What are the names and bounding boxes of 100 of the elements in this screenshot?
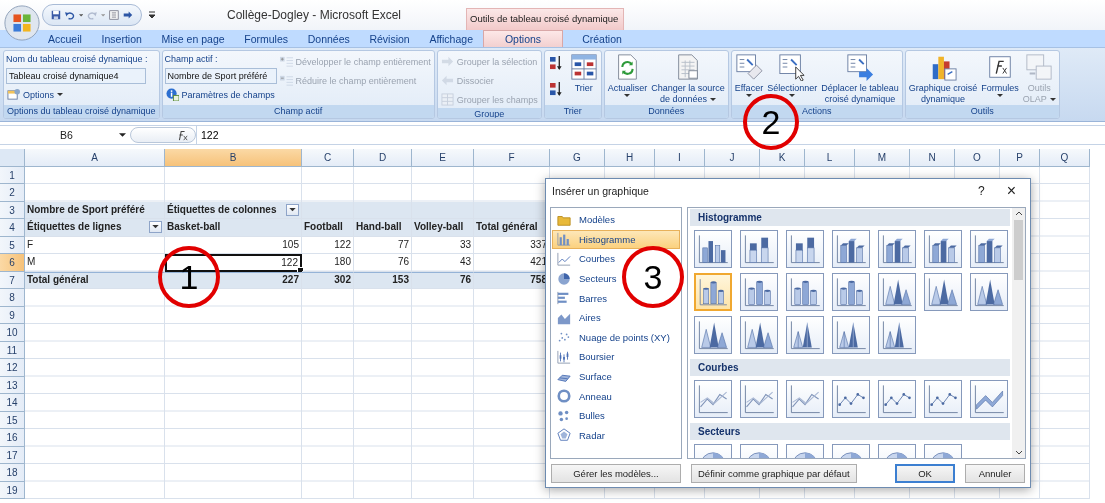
category-item[interactable]: Aires [552,307,606,328]
text-field[interactable]: Nombre de Sport préféré [164,68,277,84]
chart-type-thumbnail[interactable] [694,316,732,354]
row-header[interactable]: 10 [0,324,25,342]
chart-type-thumbnail[interactable] [694,273,732,311]
chart-type-thumbnail[interactable] [786,230,824,268]
chart-type-thumbnail[interactable] [786,273,824,311]
ribbon-button[interactable]: Options [6,86,148,103]
row-header[interactable]: 14 [0,394,25,412]
category-item[interactable]: Radar [552,425,610,446]
column-header[interactable]: I [655,149,705,167]
category-item[interactable]: Boursier [552,347,620,367]
chart-type-thumbnail[interactable] [878,380,916,418]
chart-type-thumbnail[interactable] [970,230,1008,268]
row-header[interactable]: 4 [0,219,25,237]
scrollbar[interactable] [1012,208,1025,458]
category-item[interactable]: Surface [552,366,617,387]
chart-type-thumbnail[interactable] [924,273,962,311]
row-header[interactable]: 6 [0,254,25,272]
category-item[interactable]: Anneau [552,386,617,406]
column-header[interactable]: L [805,149,855,167]
ribbon-tab[interactable]: Données [301,30,356,47]
scroll-down-icon[interactable] [1014,450,1023,455]
chart-type-thumbnail[interactable] [970,273,1008,311]
scroll-up-icon[interactable] [1014,211,1023,216]
help-button[interactable]: ? [969,184,993,198]
ribbon-button[interactable]: Trier [568,53,599,94]
form-icon[interactable] [109,8,120,22]
column-header[interactable]: N [910,149,955,167]
column-header[interactable]: G [550,149,605,167]
chart-type-thumbnail[interactable] [694,380,732,418]
chart-type-thumbnail[interactable] [924,380,962,418]
ribbon-tab[interactable]: Formules [238,30,294,47]
save-icon[interactable] [51,8,61,22]
chart-type-thumbnail[interactable] [970,380,1008,418]
column-header[interactable]: D [354,149,412,167]
name-box[interactable]: B6 [0,126,130,144]
filter-button[interactable] [149,221,162,234]
category-item[interactable]: Courbes [552,249,620,269]
chart-type-thumbnail[interactable] [740,273,778,311]
column-header[interactable]: P [1000,149,1040,167]
ribbon-tab[interactable]: Révision [363,30,416,47]
chart-type-thumbnail[interactable] [832,316,870,354]
row-header[interactable]: 8 [0,289,25,307]
ribbon-button[interactable]: Actualiser [606,53,649,98]
category-item[interactable]: Bulles [552,405,610,426]
office-logo-button[interactable] [3,4,41,42]
text-field[interactable]: Tableau croisé dynamique4 [6,68,146,84]
column-header[interactable]: H [605,149,655,167]
chart-type-thumbnail[interactable] [878,230,916,268]
chart-type-thumbnail[interactable] [878,316,916,354]
column-header[interactable]: M [855,149,910,167]
column-header[interactable]: Q [1040,149,1090,167]
dialog-button[interactable]: OK [895,463,955,483]
ribbon-button[interactable]: Paramètres de champs [164,86,277,103]
close-button[interactable]: × [998,182,1024,200]
chart-type-thumbnail[interactable] [694,230,732,268]
category-item[interactable]: Nuage de points (XY) [552,327,675,348]
column-header[interactable]: E [412,149,474,167]
ribbon-button[interactable]: Formules [980,53,1020,98]
ribbon-button[interactable]: Déplacer le tableau croisé dynamique [820,53,900,105]
category-item[interactable]: Barres [552,288,612,308]
chart-type-thumbnail[interactable] [740,230,778,268]
chart-type-thumbnail[interactable] [740,316,778,354]
ribbon-tab[interactable]: Affichage [423,30,479,47]
ribbon-tab[interactable]: Options [483,30,563,47]
column-header[interactable]: J [705,149,760,167]
chart-type-thumbnail[interactable] [832,380,870,418]
column-header[interactable]: A [25,149,165,167]
category-item[interactable]: Secteurs [552,268,622,289]
chart-type-thumbnail[interactable] [924,230,962,268]
category-item[interactable]: Modèles [552,210,620,230]
dialog-button[interactable]: Définir comme graphique par défaut [691,463,857,483]
ribbon-tab[interactable]: Création [563,30,641,47]
chart-type-thumbnail[interactable] [740,380,778,418]
ribbon-button[interactable]: Effacer [733,53,765,98]
row-header[interactable]: 2 [0,184,25,202]
ribbon-button[interactable]: Graphique croisé dynamique [907,53,979,105]
chart-type-thumbnail[interactable] [786,316,824,354]
ribbon-button[interactable]: Changer la source de données [650,53,726,105]
row-header[interactable]: 12 [0,359,25,377]
chart-type-thumbnail[interactable] [878,273,916,311]
chart-type-thumbnail[interactable] [832,273,870,311]
column-header[interactable]: B [165,149,302,167]
row-header[interactable]: 18 [0,464,25,482]
chart-type-thumbnail[interactable] [832,230,870,268]
column-header[interactable]: F [474,149,550,167]
column-header[interactable]: K [760,149,805,167]
dialog-button[interactable]: Annuler [965,463,1025,483]
row-header[interactable]: 16 [0,429,25,447]
filter-button[interactable] [286,203,299,216]
scrollbar-thumb[interactable] [1014,220,1023,280]
dialog-button[interactable]: Gérer les modèles... [551,463,681,483]
chart-type-thumbnail[interactable] [786,380,824,418]
column-header[interactable]: C [302,149,354,167]
category-item[interactable]: Histogramme [552,229,680,250]
ribbon-tab[interactable]: Accueil [42,30,88,47]
ribbon-tab[interactable]: Mise en page [155,30,231,47]
ribbon-tab[interactable]: Insertion [95,30,148,47]
column-header[interactable]: O [955,149,1000,167]
